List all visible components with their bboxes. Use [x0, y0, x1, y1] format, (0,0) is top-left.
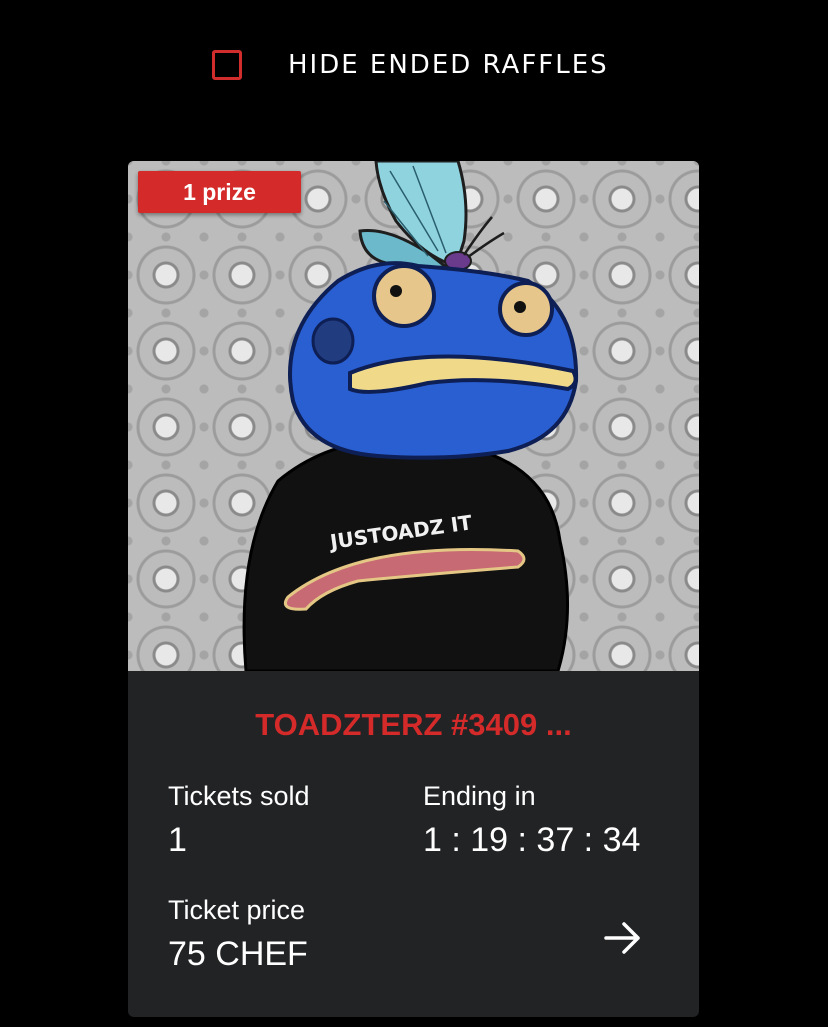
toad-illustration: JUSTOADZ IT — [242, 161, 579, 671]
raffle-card[interactable]: JUSTOADZ IT 1 prize TOADZTERZ #3409 ... … — [128, 161, 699, 1017]
countdown-value: 1 : 19 : 37 : 34 — [423, 821, 641, 859]
raffle-title[interactable]: TOADZTERZ #3409 ... — [128, 707, 699, 743]
ticket-price-value: 75 CHEF — [168, 935, 308, 973]
hide-ended-checkbox[interactable] — [212, 50, 242, 80]
hide-ended-label: HIDE ENDED RAFFLES — [288, 50, 609, 80]
ending-in-label: Ending in — [423, 781, 536, 811]
tickets-sold-label: Tickets sold — [168, 781, 310, 811]
view-raffle-button[interactable] — [598, 913, 648, 963]
hide-ended-filter[interactable]: HIDE ENDED RAFFLES — [212, 50, 609, 80]
raffle-image[interactable]: JUSTOADZ IT 1 prize — [128, 161, 699, 671]
tickets-sold-value: 1 — [168, 821, 187, 859]
ticket-price-label: Ticket price — [168, 895, 306, 925]
prize-badge: 1 prize — [138, 171, 301, 213]
arrow-right-icon — [604, 922, 640, 954]
